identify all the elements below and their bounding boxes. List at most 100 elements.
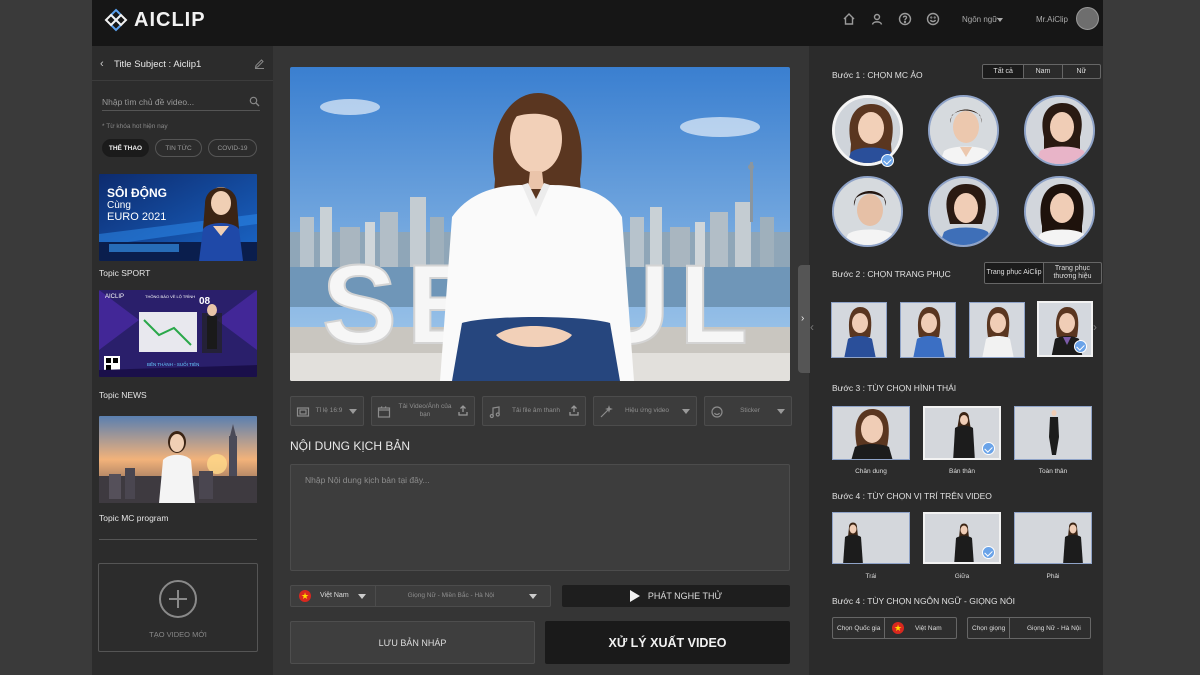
edit-icon[interactable] <box>254 58 265 69</box>
upload-audio-button[interactable]: Tải file âm thanh <box>482 396 586 426</box>
filter-all[interactable]: Tất cả <box>983 65 1024 78</box>
user-icon[interactable] <box>870 12 884 26</box>
divider <box>375 586 376 606</box>
upload-icon <box>458 405 468 416</box>
logo-icon <box>104 8 128 32</box>
script-textarea[interactable] <box>290 464 790 571</box>
costume-option-1[interactable] <box>831 302 887 358</box>
script-title: NỘI DUNG KỊCH BẢN <box>290 439 411 453</box>
create-new-video-button[interactable]: TẠO VIDEO MỚI <box>98 563 258 652</box>
voice-selector[interactable]: Việt Nam Giọng Nữ - Miền Bắc - Hà Nội <box>290 585 551 607</box>
position-label-right: Phải <box>1046 573 1060 580</box>
help-icon[interactable] <box>898 12 912 26</box>
upload-media-button[interactable]: Tải Video/Ảnh của bạn <box>371 396 475 426</box>
mc-avatar-6[interactable] <box>1024 176 1095 247</box>
topic-label-mc[interactable]: Topic MC program <box>99 513 168 523</box>
selected-check-icon <box>982 442 995 455</box>
country-select[interactable]: Việt Nam <box>320 592 349 599</box>
tab-aiclip-costume[interactable]: Trang phục AiClip <box>985 263 1043 283</box>
save-draft-button[interactable]: LƯU BẢN NHÁP <box>290 621 535 664</box>
video-editor: SEOUL Tỉ lệ 16:9 Tải Video/Ảnh của bạn <box>273 46 809 675</box>
costume-tabs: Trang phục AiClip Trang phục thương hiệu <box>984 262 1102 284</box>
selected-check-icon <box>881 154 894 167</box>
chip-tin-tuc[interactable]: TIN TỨC <box>155 139 202 157</box>
play-preview-label: PHÁT NGHE THỬ <box>647 591 723 601</box>
country-selector[interactable]: Chọn Quốc gia Việt Nam <box>832 617 957 639</box>
shape-label-full-body: Toàn thân <box>1038 468 1068 475</box>
costume-option-3[interactable] <box>969 302 1025 358</box>
mc-avatar-2[interactable] <box>928 95 999 166</box>
panel-collapse-handle[interactable]: › <box>798 265 810 373</box>
mc-avatar-3[interactable] <box>1024 95 1095 166</box>
hot-keywords-label: * Từ khóa hot hiện nay <box>102 123 168 130</box>
user-name[interactable]: Mr.AiClip <box>1036 15 1068 24</box>
chevron-down-icon <box>682 409 690 414</box>
subject-title: Title Subject : Aiclip1 <box>114 59 202 70</box>
back-arrow-icon[interactable]: ‹ <box>100 58 104 70</box>
country-selector-value: Việt Nam <box>915 624 942 632</box>
voice-select[interactable]: Giọng Nữ - Miền Bắc - Hà Nội <box>381 592 521 599</box>
costume-figure <box>832 303 886 357</box>
home-icon[interactable] <box>842 12 856 26</box>
language-selector[interactable]: Ngôn ngữ <box>962 15 998 24</box>
position-option-right[interactable] <box>1014 512 1092 564</box>
shape-label-half-body: Bán thân <box>948 468 976 475</box>
topic-sidebar: ‹ Title Subject : Aiclip1 * Từ khóa hot … <box>92 46 273 675</box>
selected-check-icon <box>1074 340 1087 353</box>
video-preview[interactable]: SEOUL <box>290 67 790 381</box>
editor-toolbar: Tỉ lệ 16:9 Tải Video/Ảnh của bạn Tải fil… <box>290 396 792 426</box>
tab-brand-costume[interactable]: Trang phục thương hiệu <box>1042 263 1101 283</box>
step1-label: Bước 1 : CHỌN MC ẢO <box>832 70 923 80</box>
settings-panel: Bước 1 : CHỌN MC ẢO Tất cả Nam Nữ Bước 2… <box>810 46 1103 675</box>
step2-label: Bước 2 : CHỌN TRANG PHỤC <box>832 269 951 279</box>
sticker-label: Sticker <box>740 407 760 414</box>
search-input[interactable] <box>102 95 242 109</box>
chip-the-thao[interactable]: THỂ THAO <box>102 139 149 157</box>
topic-news-route: BẾN THÀNH - SUỐI TIÊN <box>147 362 200 367</box>
aspect-ratio-dropdown[interactable]: Tỉ lệ 16:9 <box>290 396 364 426</box>
shape-label-portrait: Chân dung <box>855 468 887 475</box>
topic-news-number: 08 <box>199 296 211 307</box>
topic-label-sport[interactable]: Topic SPORT <box>99 268 150 278</box>
top-bar: AICLIP Ngôn ngữ Mr.AiClip <box>92 0 1103 46</box>
logo[interactable]: AICLIP <box>104 8 206 32</box>
step4-position-label: Bước 4 : TÙY CHỌN VỊ TRÍ TRÊN VIDEO <box>832 491 992 501</box>
voice-selector-panel[interactable]: Chọn giọng Giọng Nữ - Hà Nội <box>967 617 1091 639</box>
smiley-icon[interactable] <box>926 12 940 26</box>
filter-male[interactable]: Nam <box>1023 65 1061 78</box>
export-video-button[interactable]: XỬ LÝ XUẤT VIDEO <box>545 621 790 664</box>
costume-option-2[interactable] <box>900 302 956 358</box>
mc-avatar-5[interactable] <box>928 176 999 247</box>
aspect-ratio-label: Tỉ lệ 16:9 <box>315 407 343 414</box>
country-selector-label: Chọn Quốc gia <box>833 618 886 638</box>
position-label-left: Trái <box>865 573 877 580</box>
video-effects-dropdown[interactable]: Hiệu ứng video <box>593 396 697 426</box>
header-icons <box>842 12 940 26</box>
aspect-ratio-icon <box>296 407 310 417</box>
chevron-down-icon <box>358 594 366 599</box>
chip-covid[interactable]: COVID-19 <box>208 139 257 157</box>
topic-news-heading: THÔNG BÁO VỀ LỘ TRÌNH <box>145 294 196 299</box>
shape-option-full-body[interactable] <box>1014 406 1092 460</box>
voice-selector-value: Giọng Nữ - Hà Nội <box>1027 624 1081 632</box>
sticker-icon <box>711 406 723 418</box>
play-preview-button[interactable]: PHÁT NGHE THỬ <box>562 585 790 607</box>
topic-sport-euro: EURO 2021 <box>107 211 167 223</box>
search-icon[interactable] <box>249 96 260 107</box>
vietnam-flag-icon <box>299 590 311 602</box>
avatar[interactable] <box>1076 7 1099 30</box>
chevron-right-icon[interactable]: › <box>1093 320 1097 334</box>
chevron-left-icon[interactable]: ‹ <box>810 320 814 334</box>
shape-option-portrait[interactable] <box>832 406 910 460</box>
play-icon <box>629 590 640 602</box>
sticker-dropdown[interactable]: Sticker <box>704 396 792 426</box>
upload-audio-label: Tải file âm thanh <box>511 407 561 414</box>
mc-avatar-4[interactable] <box>832 176 903 247</box>
position-option-left[interactable] <box>832 512 910 564</box>
filter-female[interactable]: Nữ <box>1061 65 1100 78</box>
topic-sport-thumbnail[interactable]: SÔI ĐỘNG Cùng EURO 2021 <box>99 174 257 261</box>
topic-news-logo: AICLIP <box>105 294 125 300</box>
topic-news-thumbnail[interactable]: AICLIP THÔNG BÁO VỀ LỘ TRÌNH 08 BẾN THÀN… <box>99 290 257 377</box>
topic-mc-thumbnail[interactable] <box>99 416 257 503</box>
topic-label-news[interactable]: Topic NEWS <box>99 390 147 400</box>
